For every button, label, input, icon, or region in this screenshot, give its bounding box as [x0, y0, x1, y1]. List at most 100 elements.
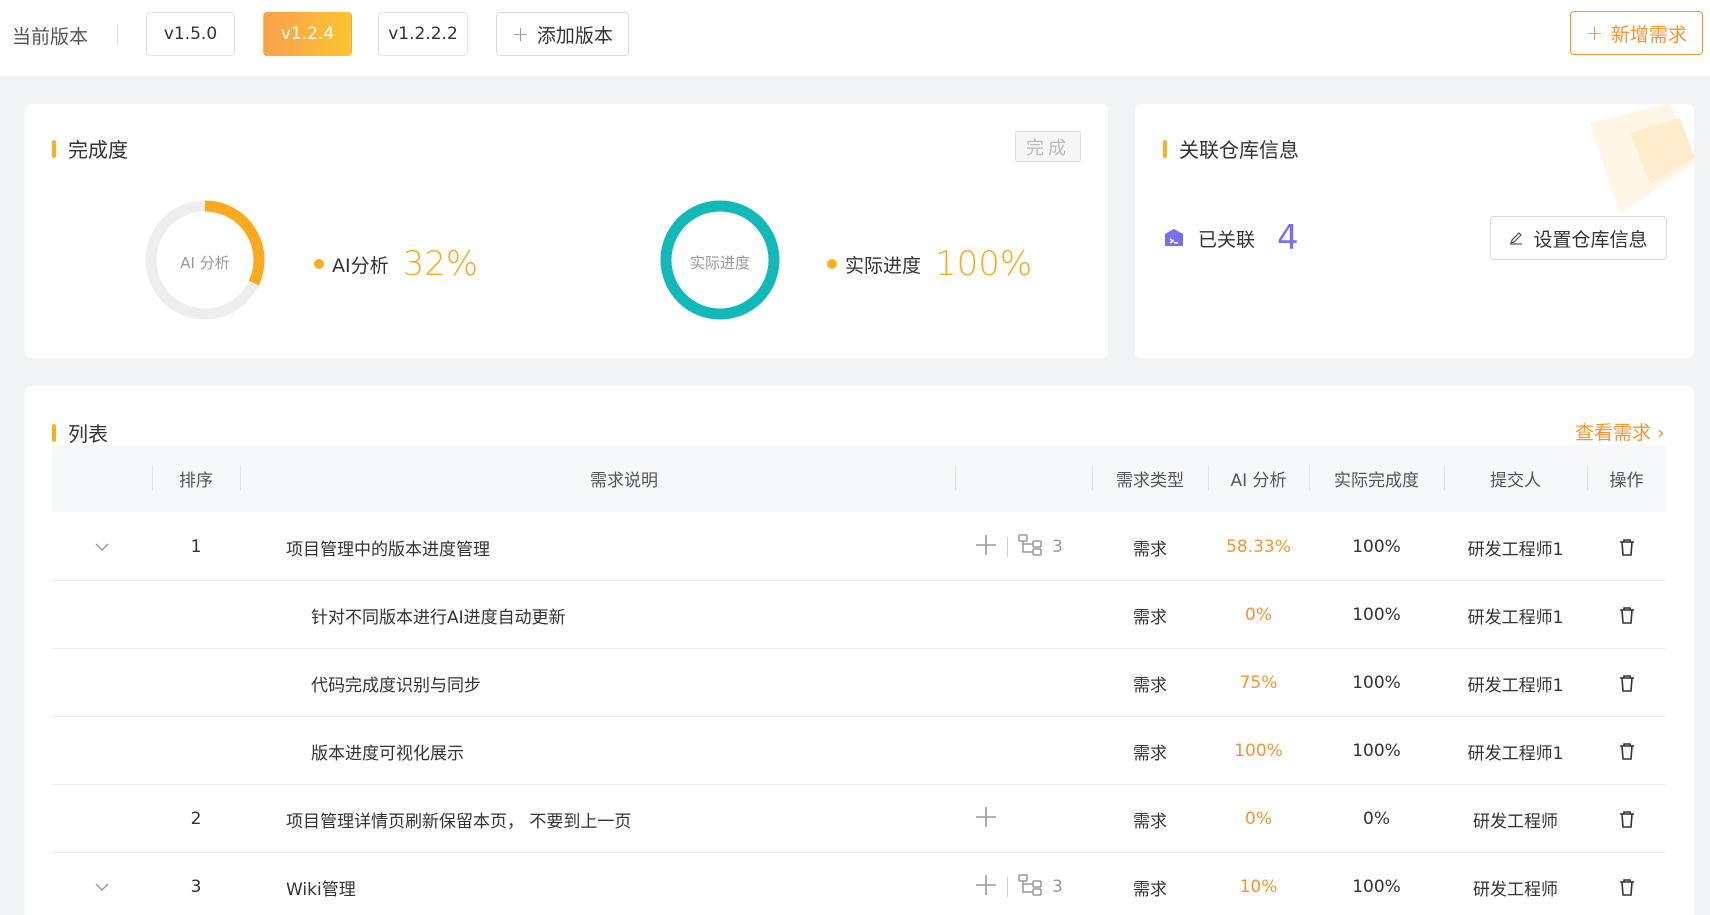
repo-title: 关联仓库信息 — [1163, 134, 1299, 163]
edit-icon — [1510, 232, 1523, 245]
view-requirements-link[interactable]: 查看需求 › — [1575, 418, 1665, 445]
row-description[interactable]: 针对不同版本进行AI进度自动更新 — [311, 581, 951, 649]
version-button-v1-2-2-2[interactable]: v1.2.2.2 — [378, 12, 468, 56]
divider — [1007, 877, 1008, 897]
expand-chevron-icon[interactable] — [72, 513, 132, 581]
row-description[interactable]: 项目管理中的版本进度管理 — [286, 513, 926, 581]
new-requirement-label: 新增需求 — [1610, 23, 1687, 46]
row-ai-analysis: 0% — [1245, 809, 1272, 829]
col-order: 排序 — [179, 471, 213, 491]
row-actual-completion: 0% — [1363, 809, 1390, 829]
plus-icon: + — [512, 22, 529, 46]
expand-chevron-icon[interactable] — [72, 853, 132, 915]
list-title-text: 列表 — [68, 422, 108, 446]
row-order — [152, 717, 240, 785]
table-row: 版本进度可视化展示 需求 100% 100% 研发工程师1 — [52, 717, 1666, 785]
row-tools: 3 — [975, 853, 1063, 915]
row-order — [152, 581, 240, 649]
row-description[interactable]: 版本进度可视化展示 — [311, 717, 951, 785]
table-row: 针对不同版本进行AI进度自动更新 需求 0% 100% 研发工程师1 — [52, 581, 1666, 649]
repo-linked: 已关联 4 — [1164, 218, 1299, 258]
subrequirement-count: 3 — [1052, 537, 1063, 557]
delete-icon[interactable] — [1587, 513, 1666, 581]
table-row: 2 项目管理详情页刷新保留本页， 不要到上一页 需求 0% 0% 研发工程师 — [52, 785, 1666, 853]
ai-metric: AI分析 32% — [314, 244, 478, 284]
row-ai-analysis: 100% — [1234, 741, 1283, 761]
view-requirements-label: 查看需求 — [1575, 422, 1652, 444]
actual-metric: 实际进度 100% — [827, 244, 1032, 284]
list-title: 列表 — [52, 418, 108, 447]
row-submitter: 研发工程师 — [1473, 879, 1558, 900]
divider — [117, 24, 118, 44]
title-accent-bar — [52, 139, 56, 158]
repository-icon — [1165, 229, 1183, 246]
col-submitter: 提交人 — [1490, 471, 1541, 491]
row-order: 3 — [190, 877, 202, 897]
row-type: 需求 — [1133, 879, 1167, 900]
version-bar: 当前版本 v1.5.0 v1.2.4 v1.2.2.2 + 添加版本 + 新增需… — [0, 0, 1710, 76]
linked-count: 4 — [1277, 218, 1299, 258]
row-tools — [975, 785, 997, 853]
set-repo-label: 设置仓库信息 — [1533, 228, 1648, 251]
col-type: 需求类型 — [1116, 471, 1184, 491]
row-type: 需求 — [1133, 675, 1167, 696]
ai-value: 32% — [402, 244, 479, 284]
delete-icon[interactable] — [1587, 581, 1666, 649]
row-description[interactable]: Wiki管理 — [286, 853, 926, 915]
delete-icon[interactable] — [1587, 649, 1666, 717]
delete-icon[interactable] — [1587, 785, 1666, 853]
actual-value: 100% — [935, 244, 1033, 284]
version-button-v1-5-0[interactable]: v1.5.0 — [146, 12, 235, 56]
ai-legend: AI分析 — [332, 254, 389, 277]
row-ai-analysis: 10% — [1239, 877, 1278, 897]
col-description: 需求说明 — [590, 471, 658, 491]
row-description[interactable]: 代码完成度识别与同步 — [311, 649, 951, 717]
row-description[interactable]: 项目管理详情页刷新保留本页， 不要到上一页 — [286, 785, 926, 853]
add-subrequirement-icon[interactable] — [975, 534, 997, 560]
add-version-label: 添加版本 — [536, 24, 613, 47]
delete-icon[interactable] — [1587, 717, 1666, 785]
completion-title: 完成度 — [52, 134, 128, 163]
status-tag: 完成 — [1015, 131, 1081, 162]
new-requirement-button[interactable]: + 新增需求 — [1570, 11, 1703, 55]
row-type: 需求 — [1133, 607, 1167, 628]
table-row: 3 Wiki管理 3 需求 10% 100% 研发工程师 — [52, 853, 1666, 915]
add-version-button[interactable]: + 添加版本 — [496, 12, 629, 56]
actual-ring-label: 实际进度 — [689, 254, 750, 272]
row-submitter: 研发工程师1 — [1467, 743, 1564, 764]
row-order — [152, 649, 240, 717]
subtree-icon[interactable] — [1018, 874, 1042, 900]
repo-title-text: 关联仓库信息 — [1179, 138, 1299, 162]
row-submitter: 研发工程师1 — [1467, 675, 1564, 696]
linked-label: 已关联 — [1198, 228, 1256, 251]
subtree-icon[interactable] — [1018, 534, 1042, 560]
legend-dot-icon — [827, 259, 837, 269]
delete-icon[interactable] — [1587, 853, 1666, 915]
row-submitter: 研发工程师1 — [1467, 607, 1564, 628]
col-actions: 操作 — [1609, 471, 1644, 491]
row-order: 2 — [190, 809, 202, 829]
row-submitter: 研发工程师1 — [1467, 539, 1564, 560]
table-row: 1 项目管理中的版本进度管理 3 需求 58.33% 100% 研发工程师1 — [52, 513, 1666, 581]
version-button-v1-2-4[interactable]: v1.2.4 — [263, 12, 352, 56]
row-tools: 3 — [975, 513, 1063, 581]
legend-dot-icon — [314, 259, 324, 269]
row-ai-analysis: 0% — [1245, 605, 1272, 625]
row-actual-completion: 100% — [1352, 605, 1401, 625]
row-actual-completion: 100% — [1352, 537, 1401, 557]
set-repo-button[interactable]: 设置仓库信息 — [1490, 216, 1667, 260]
col-actual: 实际完成度 — [1334, 471, 1419, 491]
plus-icon: + — [1586, 21, 1603, 45]
title-accent-bar — [1163, 139, 1167, 158]
row-type: 需求 — [1133, 811, 1167, 832]
row-actual-completion: 100% — [1352, 877, 1401, 897]
col-ai: AI 分析 — [1230, 471, 1287, 491]
title-accent-bar — [52, 423, 56, 442]
add-subrequirement-icon[interactable] — [975, 806, 997, 832]
row-type: 需求 — [1133, 743, 1167, 764]
add-subrequirement-icon[interactable] — [975, 874, 997, 900]
ai-ring-label: AI 分析 — [180, 254, 230, 272]
row-type: 需求 — [1133, 539, 1167, 560]
divider — [1007, 537, 1008, 557]
decorative-background-icon — [1590, 103, 1695, 213]
